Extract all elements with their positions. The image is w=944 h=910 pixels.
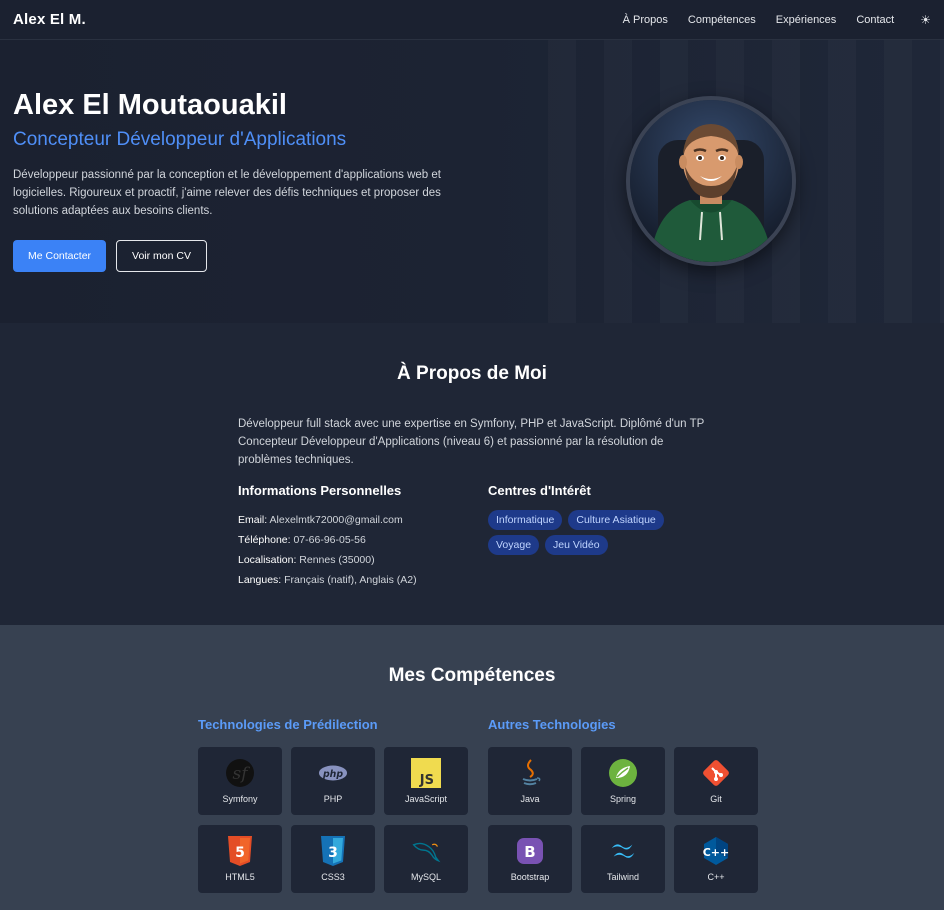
info-value: Français (natif), Anglais (A2) — [284, 574, 417, 586]
skill-label: Java — [520, 794, 540, 804]
hero-section: Alex El Moutaouakil Concepteur Développe… — [0, 40, 944, 323]
personal-info: Informations Personnelles Email: Alexelm… — [238, 483, 468, 590]
skill-label: CSS3 — [321, 872, 345, 882]
html5-icon: 5 — [225, 836, 255, 866]
css3-icon: 3 — [318, 836, 348, 866]
hero-buttons: Me Contacter Voir mon CV — [13, 240, 493, 272]
about-title: À Propos de Moi — [397, 363, 547, 384]
svg-text:C++: C++ — [703, 846, 730, 859]
interest-tag: Culture Asiatique — [568, 510, 664, 530]
nav-link-contact[interactable]: Contact — [856, 14, 894, 26]
skill-card-tailwind: Tailwind — [581, 825, 665, 893]
navbar: Alex El M. À Propos Compétences Expérien… — [0, 0, 944, 40]
nav-link-skills[interactable]: Compétences — [688, 14, 756, 26]
brand-logo[interactable]: Alex El M. — [13, 11, 86, 28]
skill-label: JavaScript — [404, 794, 448, 804]
other-skill-grid: Java Spring Git B Bootstrap Tailwind C++… — [488, 747, 758, 893]
info-phone: Téléphone: 07-66-96-05-56 — [238, 530, 468, 550]
skill-card-css3: 3 CSS3 — [291, 825, 375, 893]
bootstrap-icon: B — [515, 836, 545, 866]
contact-button[interactable]: Me Contacter — [13, 240, 107, 272]
theme-toggle-sun-icon[interactable]: ☀ — [920, 13, 931, 27]
svg-text:php: php — [322, 769, 343, 780]
skill-label: HTML5 — [225, 872, 255, 882]
symfony-icon: sf — [225, 758, 255, 788]
preferred-skill-grid: sf Symfony php PHP JS JavaScript 5 HTML5… — [198, 747, 468, 893]
skill-card-html5: 5 HTML5 — [198, 825, 282, 893]
interest-tag: Jeu Vidéo — [545, 535, 608, 555]
php-icon: php — [318, 758, 348, 788]
info-languages: Langues: Français (natif), Anglais (A2) — [238, 570, 468, 590]
skill-card-symfony: sf Symfony — [198, 747, 282, 815]
skill-card-cpp: C++ C++ — [674, 825, 758, 893]
interests: Centres d'Intérêt Informatique Culture A… — [488, 483, 718, 555]
info-location: Localisation: Rennes (35000) — [238, 550, 468, 570]
cpp-icon: C++ — [701, 836, 731, 866]
skill-card-bootstrap: B Bootstrap — [488, 825, 572, 893]
spring-icon — [608, 758, 638, 788]
svg-text:JS: JS — [419, 773, 434, 788]
preferred-technologies: Technologies de Prédilection sf Symfony … — [198, 717, 468, 893]
info-label: Langues: — [238, 574, 282, 586]
skill-card-spring: Spring — [581, 747, 665, 815]
skill-label: MySQL — [410, 872, 441, 882]
skill-label: Symfony — [222, 794, 258, 804]
hero-name: Alex El Moutaouakil — [13, 89, 287, 121]
svg-text:3: 3 — [328, 845, 338, 861]
svg-text:5: 5 — [235, 845, 245, 861]
hero-role: Concepteur Développeur d'Applications — [13, 129, 347, 150]
info-label: Téléphone: — [238, 534, 291, 546]
preferred-technologies-title: Technologies de Prédilection — [198, 717, 378, 732]
nav-link-about[interactable]: À Propos — [623, 14, 668, 26]
avatar-illustration — [630, 100, 792, 262]
info-value: Rennes (35000) — [299, 554, 375, 566]
skills-section: Mes Compétences Technologies de Prédilec… — [0, 625, 944, 910]
info-label: Email: — [238, 514, 268, 526]
skill-card-php: php PHP — [291, 747, 375, 815]
info-value: Alexelmtk72000@gmail.com — [269, 514, 403, 526]
skill-label: Tailwind — [606, 872, 639, 882]
skill-label: PHP — [323, 794, 343, 804]
personal-info-title: Informations Personnelles — [238, 483, 402, 498]
interest-tag: Voyage — [488, 535, 540, 555]
javascript-icon: JS — [411, 758, 441, 788]
other-technologies-title: Autres Technologies — [488, 717, 616, 732]
svg-text:B: B — [524, 843, 535, 861]
avatar — [626, 96, 796, 266]
info-email: Email: Alexelmtk72000@gmail.com — [238, 510, 468, 530]
about-text: Développeur full stack avec une expertis… — [238, 418, 705, 466]
tailwind-icon — [608, 836, 638, 866]
skill-label: C++ — [707, 872, 725, 882]
skills-title: Mes Compétences — [388, 665, 556, 686]
java-icon — [515, 758, 545, 788]
interest-tags: Informatique Culture Asiatique Voyage Je… — [488, 510, 718, 555]
info-label: Localisation: — [238, 554, 297, 566]
skill-label: Bootstrap — [510, 872, 550, 882]
about-section: À Propos de Moi Développeur full stack a… — [0, 323, 944, 625]
other-technologies: Autres Technologies Java Spring Git B Bo… — [488, 717, 758, 893]
view-cv-button[interactable]: Voir mon CV — [116, 240, 207, 272]
interests-title: Centres d'Intérêt — [488, 483, 591, 498]
skill-card-javascript: JS JavaScript — [384, 747, 468, 815]
skill-label: Spring — [609, 794, 636, 804]
hero-content: Alex El Moutaouakil Concepteur Développe… — [13, 88, 493, 272]
info-value: 07-66-96-05-56 — [293, 534, 366, 546]
git-icon — [701, 758, 731, 788]
mysql-icon — [411, 836, 441, 866]
nav-link-experience[interactable]: Expériences — [776, 14, 837, 26]
skill-card-git: Git — [674, 747, 758, 815]
interest-tag: Informatique — [488, 510, 563, 530]
skill-label: Git — [710, 794, 722, 804]
hero-description: Développeur passionné par la conception … — [13, 169, 441, 217]
skill-card-mysql: MySQL — [384, 825, 468, 893]
skill-card-java: Java — [488, 747, 572, 815]
nav-links: À Propos Compétences Expériences Contact… — [623, 13, 931, 27]
